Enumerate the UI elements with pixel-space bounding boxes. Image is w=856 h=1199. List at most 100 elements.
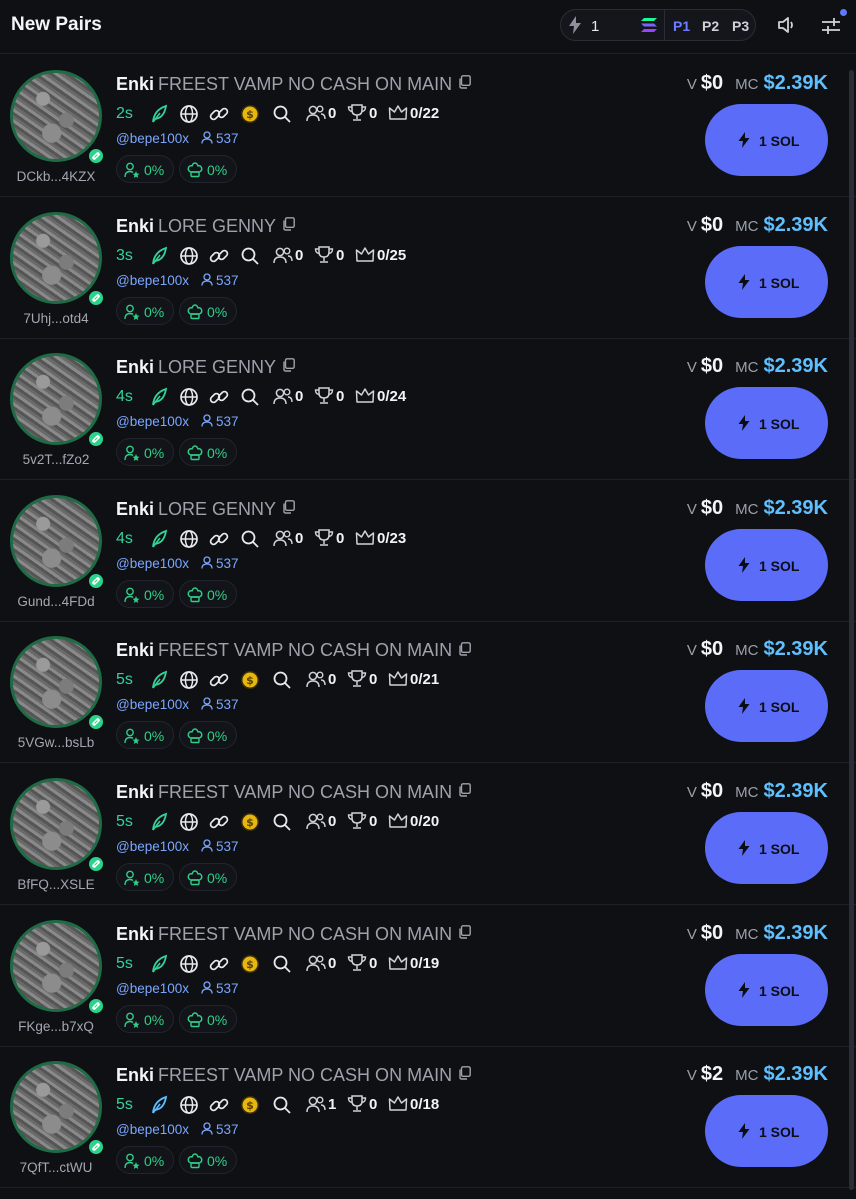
preset-p3-tab[interactable]: P3 — [732, 18, 749, 34]
trophy-icon — [314, 387, 334, 410]
dev-holding-percent: 0% — [207, 870, 228, 886]
quick-buy-label: 1 SOL — [759, 416, 800, 433]
website-globe-icon[interactable] — [179, 246, 199, 271]
token-avatar[interactable] — [10, 778, 102, 870]
copy-icon[interactable] — [458, 73, 471, 94]
link-icon[interactable] — [209, 387, 229, 412]
link-icon[interactable] — [209, 670, 229, 695]
search-icon[interactable] — [272, 1095, 292, 1120]
website-globe-icon[interactable] — [179, 104, 199, 129]
volume-value: $2 — [700, 1063, 724, 1086]
link-icon[interactable] — [209, 529, 229, 554]
twitter-handle-link[interactable]: @bepe100x — [116, 556, 189, 571]
preset-p2-tab[interactable]: P2 — [702, 18, 719, 34]
dex-paid-icon[interactable]: $ — [240, 104, 260, 129]
token-address[interactable]: DCkb...4KZX — [0, 169, 112, 184]
leaf-icon[interactable] — [150, 529, 168, 554]
quick-buy-button[interactable]: 1 SOL — [705, 812, 828, 884]
link-icon[interactable] — [209, 246, 229, 271]
quick-buy-button[interactable]: 1 SOL — [705, 387, 828, 460]
leaf-icon[interactable] — [150, 246, 168, 271]
quick-buy-button[interactable]: 1 SOL — [705, 953, 828, 1026]
search-icon[interactable] — [240, 387, 260, 412]
dex-paid-icon[interactable]: $ — [240, 670, 260, 695]
copy-icon[interactable] — [282, 356, 295, 377]
search-icon[interactable] — [240, 529, 260, 554]
twitter-handle-link[interactable]: @bepe100x — [116, 697, 189, 712]
leaf-icon[interactable] — [150, 1095, 168, 1120]
token-avatar[interactable] — [10, 211, 102, 304]
pair-row[interactable]: 7Uhj...otd4 Enki LORE GENNY 3s 0 0 0/25 @… — [0, 198, 856, 339]
website-globe-icon[interactable] — [179, 387, 199, 412]
copy-icon[interactable] — [282, 215, 295, 236]
trophy-count: 0 — [369, 105, 378, 122]
twitter-handle-link[interactable]: @bepe100x — [116, 273, 189, 288]
search-icon[interactable] — [272, 812, 292, 837]
dex-paid-icon[interactable]: $ — [240, 812, 260, 837]
search-icon[interactable] — [272, 104, 292, 129]
volume-label: V — [686, 784, 697, 801]
leaf-icon[interactable] — [150, 670, 168, 695]
pair-row[interactable]: 5v2T...fZo2 Enki LORE GENNY 4s 0 0 0/24 @… — [0, 339, 856, 481]
pair-row[interactable]: BfFQ...XSLE Enki FREEST VAMP NO CASH ON M… — [0, 764, 856, 905]
preset-p1-tab[interactable]: P1 — [673, 18, 690, 34]
pair-row[interactable]: FKge...b7xQ Enki FREEST VAMP NO CASH ON M… — [0, 906, 856, 1047]
scrollbar[interactable] — [849, 70, 854, 1190]
website-globe-icon[interactable] — [179, 954, 199, 979]
token-avatar[interactable] — [10, 919, 102, 1012]
token-avatar[interactable] — [10, 636, 102, 729]
link-icon[interactable] — [209, 812, 229, 837]
pair-row[interactable]: 7QfT...ctWU Enki FREEST VAMP NO CASH ON M… — [0, 1047, 856, 1189]
copy-icon[interactable] — [458, 923, 471, 944]
pair-row[interactable]: 5VGw...bsLb Enki FREEST VAMP NO CASH ON M… — [0, 622, 856, 764]
token-avatar[interactable] — [10, 353, 102, 446]
quick-buy-button[interactable]: 1 SOL — [705, 245, 828, 318]
dex-paid-icon[interactable]: $ — [240, 954, 260, 979]
search-icon[interactable] — [272, 670, 292, 695]
twitter-handle-link[interactable]: @bepe100x — [116, 981, 189, 996]
quick-buy-button[interactable]: 1 SOL — [705, 1095, 828, 1168]
twitter-handle-link[interactable]: @bepe100x — [116, 131, 189, 146]
quick-buy-button[interactable]: 1 SOL — [705, 528, 828, 601]
crown-count: 0/25 — [377, 246, 407, 264]
token-avatar[interactable] — [10, 70, 102, 162]
copy-icon[interactable] — [282, 498, 295, 519]
pair-row[interactable]: DCkb...4KZX Enki FREEST VAMP NO CASH ON M… — [0, 56, 856, 197]
leaf-icon[interactable] — [150, 812, 168, 837]
leaf-icon[interactable] — [150, 387, 168, 412]
pair-row[interactable]: Gund...4FDd Enki LORE GENNY 4s 0 0 0/23 @… — [0, 481, 856, 622]
quick-buy-button[interactable]: 1 SOL — [705, 670, 828, 743]
search-icon[interactable] — [240, 246, 260, 271]
token-address[interactable]: 5VGw...bsLb — [0, 735, 112, 750]
link-icon[interactable] — [209, 954, 229, 979]
website-globe-icon[interactable] — [179, 670, 199, 695]
website-globe-icon[interactable] — [179, 812, 199, 837]
token-address[interactable]: FKge...b7xQ — [0, 1019, 112, 1034]
token-address[interactable]: 5v2T...fZo2 — [0, 452, 112, 467]
leaf-icon[interactable] — [150, 104, 168, 129]
twitter-handle-link[interactable]: @bepe100x — [116, 839, 189, 854]
leaf-icon[interactable] — [150, 954, 168, 979]
twitter-handle-link[interactable]: @bepe100x — [116, 414, 189, 429]
search-icon[interactable] — [272, 954, 292, 979]
speaker-icon[interactable] — [777, 16, 797, 39]
token-address[interactable]: 7QfT...ctWU — [0, 1160, 112, 1175]
quick-buy-control[interactable]: 1 P1 P2 P3 — [560, 9, 756, 41]
dex-paid-icon[interactable]: $ — [240, 1095, 260, 1120]
copy-icon[interactable] — [458, 640, 471, 661]
website-globe-icon[interactable] — [179, 529, 199, 554]
copy-icon[interactable] — [458, 781, 471, 802]
twitter-handle-link[interactable]: @bepe100x — [116, 1122, 189, 1137]
website-globe-icon[interactable] — [179, 1095, 199, 1120]
quick-buy-amount-input[interactable]: 1 — [591, 18, 599, 35]
token-address[interactable]: Gund...4FDd — [0, 594, 112, 609]
copy-icon[interactable] — [458, 1064, 471, 1085]
token-address[interactable]: 7Uhj...otd4 — [0, 311, 112, 326]
token-address[interactable]: BfFQ...XSLE — [0, 877, 112, 892]
quick-buy-button[interactable]: 1 SOL — [705, 104, 828, 176]
token-avatar[interactable] — [10, 494, 102, 587]
token-avatar[interactable] — [10, 1061, 102, 1154]
link-icon[interactable] — [209, 104, 229, 129]
link-icon[interactable] — [209, 1095, 229, 1120]
sliders-icon[interactable] — [821, 16, 841, 41]
